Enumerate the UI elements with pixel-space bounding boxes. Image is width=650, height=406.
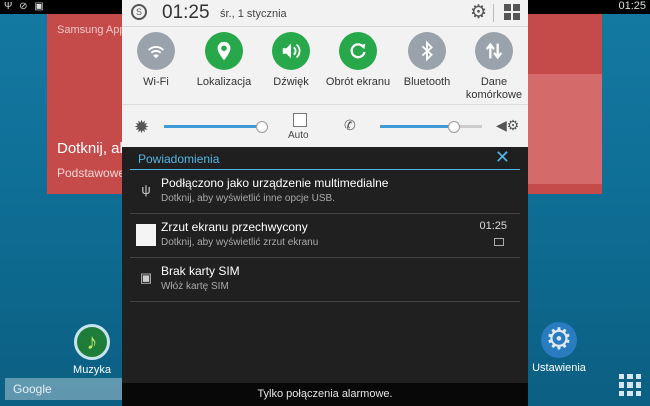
header-divider [122, 26, 528, 27]
notification-subtitle: Dotknij, aby wyświetlić zrzut ekranu [161, 237, 319, 248]
rotate-icon [339, 32, 377, 70]
auto-label: Auto [288, 130, 309, 141]
widget-subtext: Podstawowe [57, 166, 126, 180]
notification-title: Podłączono jako urządzenie multimedialne [161, 176, 389, 190]
brightness-knob[interactable] [256, 121, 268, 133]
s-finder-icon[interactable]: S [131, 4, 147, 20]
ringtone-volume-icon: ✆ [344, 117, 356, 133]
usb-icon: ψ [141, 182, 151, 197]
volume-settings-icon[interactable]: ◀⚙ [496, 117, 519, 134]
gear-icon: ⚙ [541, 322, 577, 358]
app-ustawienia[interactable]: ⚙ Ustawienia [528, 322, 590, 374]
location-icon [205, 32, 243, 70]
notifications-title: Powiadomienia [138, 152, 220, 166]
quick-settings-grid-icon[interactable] [504, 4, 520, 20]
app-label: Muzyka [73, 364, 111, 376]
screenshot-thumbnail [136, 224, 156, 246]
music-icon: ♪ [74, 324, 110, 360]
screenshot-small-icon [494, 238, 504, 246]
volume-knob[interactable] [448, 121, 461, 133]
app-label: Ustawienia [532, 362, 586, 374]
sliders-row: ✹ Auto ✆ ◀⚙ [122, 104, 528, 148]
toggle-wifi[interactable]: Wi-Fi [119, 32, 193, 89]
google-search-bar[interactable]: Google [5, 378, 123, 400]
bluetooth-icon [408, 32, 446, 70]
panel-date: śr., 1 stycznia [220, 8, 287, 20]
brightness-slider[interactable] [164, 125, 264, 128]
toggle-label: Dźwięk [273, 76, 309, 88]
brightness-icon: ✹ [134, 117, 150, 137]
sound-icon [272, 32, 310, 70]
status-time: 01:25 [618, 0, 646, 12]
toggle-label: Lokalizacja [196, 76, 252, 88]
notification-sim[interactable]: ▣ Brak karty SIM Włóż kartę SIM [130, 258, 520, 302]
quick-settings: S 01:25 śr., 1 stycznia ⚙ Wi-Fi Lokaliza… [122, 0, 528, 147]
notifications-header: Powiadomienia ✕ [122, 147, 528, 170]
notification-title: Zrzut ekranu przechwycony [161, 220, 308, 234]
app-muzyka[interactable]: ♪ Muzyka [66, 324, 118, 376]
notification-time: 01:25 [479, 220, 507, 232]
auto-brightness-checkbox[interactable] [293, 113, 307, 127]
panel-time: 01:25 [162, 2, 210, 23]
volume-slider-fill [380, 125, 454, 128]
notification-subtitle: Dotknij, aby wyświetlić inne opcje USB. [161, 193, 335, 204]
toggle-location[interactable]: Lokalizacja [187, 32, 261, 89]
mobile-data-icon [475, 32, 513, 70]
notification-panel: S 01:25 śr., 1 stycznia ⚙ Wi-Fi Lokaliza… [122, 0, 528, 406]
notification-screenshot[interactable]: Zrzut ekranu przechwycony Dotknij, aby w… [130, 214, 520, 258]
wifi-icon [137, 32, 175, 70]
emergency-calls-footer: Tylko połączenia alarmowe. [122, 383, 528, 406]
apps-grid-icon[interactable] [619, 374, 641, 396]
toggle-label: Dane komórkowe [465, 76, 523, 101]
status-icons-left: Ψ ⊘ ▣ [4, 1, 46, 12]
toggle-label: Obrót ekranu [325, 76, 391, 88]
toggle-label: Bluetooth [403, 76, 451, 88]
notification-title: Brak karty SIM [161, 264, 240, 278]
sim-icon: ▣ [139, 270, 153, 285]
toggle-bluetooth[interactable]: Bluetooth [390, 32, 464, 89]
settings-gear-icon[interactable]: ⚙ [470, 1, 487, 24]
notification-usb[interactable]: ψ Podłączono jako urządzenie multimedial… [130, 170, 520, 214]
clear-notifications-icon[interactable]: ✕ [495, 147, 510, 168]
toggle-rotation[interactable]: Obrót ekranu [321, 32, 395, 89]
notification-subtitle: Włóż kartę SIM [161, 281, 229, 292]
widget-decoration [522, 74, 602, 184]
header-separator [493, 4, 494, 22]
toggle-sound[interactable]: Dźwięk [254, 32, 328, 89]
toggle-label: Wi-Fi [143, 76, 169, 88]
toggle-mobile-data[interactable]: Dane komórkowe [457, 32, 531, 102]
